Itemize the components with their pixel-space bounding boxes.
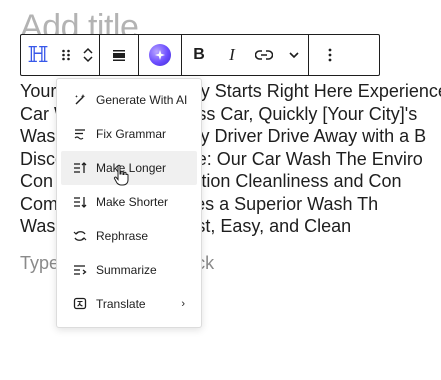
formatting-group: B I <box>182 35 309 75</box>
translate-icon <box>73 297 87 311</box>
menu-item-translate[interactable]: Translate › <box>61 287 197 321</box>
menu-item-label: Translate <box>96 297 146 311</box>
menu-item-make-longer[interactable]: Make Longer <box>61 151 197 185</box>
block-toolbar: ℍ B I <box>20 34 380 76</box>
pointer-cursor-icon <box>113 164 129 186</box>
link-icon <box>255 50 273 60</box>
menu-item-label: Make Shorter <box>96 195 169 209</box>
italic-button[interactable]: I <box>216 35 248 75</box>
move-down-icon[interactable] <box>82 55 94 64</box>
menu-item-label: Rephrase <box>96 229 149 243</box>
heading-icon[interactable]: ℍ <box>21 35 55 75</box>
magic-wand-icon <box>73 93 87 107</box>
menu-item-label: Make Longer <box>96 161 167 175</box>
menu-item-generate-with-ai[interactable]: Generate With AI <box>61 83 197 117</box>
menu-item-summarize[interactable]: Summarize <box>61 253 197 287</box>
make-longer-icon <box>73 161 87 175</box>
menu-item-fix-grammar[interactable]: Fix Grammar <box>61 117 197 151</box>
submenu-arrow-icon: › <box>181 298 185 310</box>
menu-item-label: Generate With AI <box>96 93 188 107</box>
chevron-down-icon <box>289 52 299 59</box>
block-options-button[interactable] <box>309 35 351 75</box>
bold-button[interactable]: B <box>182 35 216 75</box>
block-mover <box>77 35 99 75</box>
options-group <box>309 35 351 75</box>
menu-item-make-shorter[interactable]: Make Shorter <box>61 185 197 219</box>
ai-group <box>139 35 182 75</box>
fix-grammar-icon <box>73 127 87 141</box>
move-up-icon[interactable] <box>82 46 94 55</box>
rephrase-icon <box>73 229 87 243</box>
make-shorter-icon <box>73 195 87 209</box>
more-formatting-button[interactable] <box>280 35 308 75</box>
block-type-group: ℍ <box>21 35 100 75</box>
align-none-icon[interactable] <box>100 35 138 75</box>
menu-item-label: Fix Grammar <box>96 127 166 141</box>
summarize-icon <box>73 263 87 277</box>
ai-assistant-button[interactable] <box>139 35 181 75</box>
link-button[interactable] <box>248 35 280 75</box>
menu-item-label: Summarize <box>96 263 157 277</box>
drag-handle-icon[interactable] <box>55 35 77 75</box>
alignment-group <box>100 35 139 75</box>
ai-actions-menu: Generate With AI Fix Grammar Make Longer… <box>56 78 202 328</box>
ai-assistant-icon <box>149 44 171 66</box>
menu-item-rephrase[interactable]: Rephrase <box>61 219 197 253</box>
more-vertical-icon <box>328 48 332 62</box>
